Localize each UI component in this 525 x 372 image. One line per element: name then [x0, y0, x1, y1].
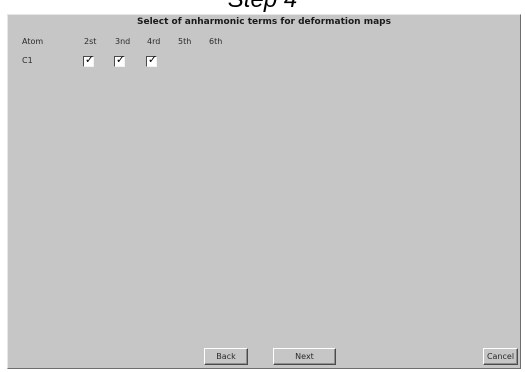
- column-header-2st: 2st: [84, 37, 97, 46]
- checkmark-icon: ✓: [147, 53, 158, 66]
- atom-label: C1: [22, 56, 33, 65]
- dialog-title: Select of anharmonic terms for deformati…: [137, 17, 391, 27]
- cancel-button[interactable]: Cancel: [483, 348, 518, 365]
- column-header-row: Atom 2st 3nd 4rd 5th 6th: [8, 36, 520, 50]
- checkmark-icon: ✓: [115, 53, 126, 66]
- column-header-3nd: 3nd: [115, 37, 131, 46]
- column-header-6th: 6th: [209, 37, 223, 46]
- term-2st-checkbox[interactable]: ✓: [83, 53, 95, 67]
- column-header-5th: 5th: [178, 37, 192, 46]
- column-header-4rd: 4rd: [147, 37, 161, 46]
- term-4rd-checkbox[interactable]: ✓: [146, 53, 158, 67]
- column-header-atom: Atom: [22, 37, 44, 46]
- checkmark-icon: ✓: [84, 53, 95, 66]
- back-button[interactable]: Back: [204, 348, 248, 365]
- step-heading: Step 4: [0, 0, 525, 14]
- next-button[interactable]: Next: [273, 348, 336, 365]
- anharmonic-terms-dialog: Select of anharmonic terms for deformati…: [7, 14, 521, 369]
- atom-row: C1 ✓ ✓ ✓: [8, 54, 520, 70]
- term-3nd-checkbox[interactable]: ✓: [114, 53, 126, 67]
